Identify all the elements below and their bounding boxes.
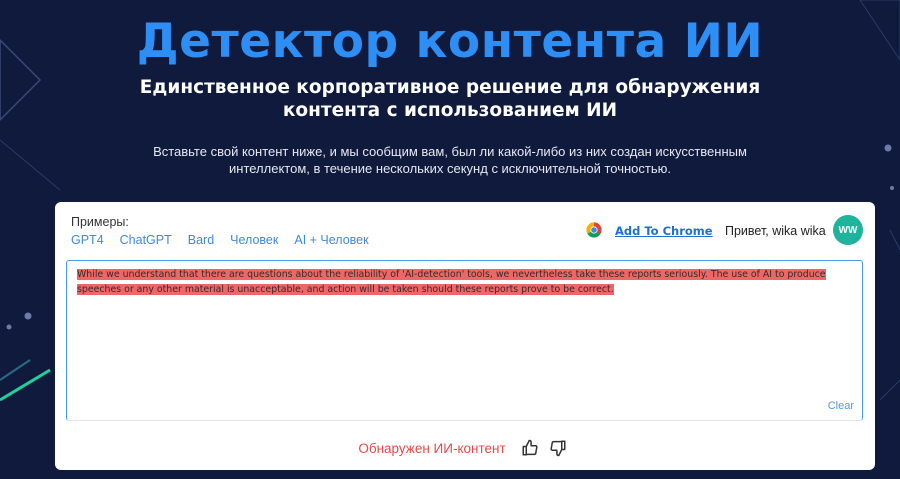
add-to-chrome-link[interactable]: Add To Chrome [615,224,713,238]
result-label: Обнаружен ИИ-контент [358,440,506,456]
example-human[interactable]: Человек [230,233,278,247]
clear-button[interactable]: Clear [828,400,854,412]
thumbs-down-icon[interactable] [548,438,568,458]
user-greeting: Привет, wika wika [725,224,826,238]
ai-highlighted-text: While we understand that there are quest… [77,269,826,295]
example-chatgpt[interactable]: ChatGPT [120,233,172,247]
result-row: Обнаружен ИИ-контент [55,438,875,458]
avatar[interactable]: WW [833,215,863,245]
example-gpt4[interactable]: GPT4 [71,233,104,247]
page-title: Детектор контента ИИ [136,14,764,69]
thumbs-up-icon[interactable] [520,438,540,458]
examples-label: Примеры: [71,215,129,229]
chrome-icon[interactable] [586,222,602,238]
example-bard[interactable]: Bard [188,233,214,247]
content-input[interactable]: While we understand that there are quest… [66,260,863,421]
page-description: Вставьте свой контент ниже, и мы сообщим… [153,144,747,176]
detector-card: Примеры: GPT4 ChatGPT Bard Человек AI + … [55,202,875,470]
page-subtitle: Единственное корпоративное решение для о… [139,77,761,121]
examples-list: GPT4 ChatGPT Bard Человек AI + Человек [71,233,385,247]
content-text[interactable]: While we understand that there are quest… [77,267,847,297]
example-ai-human[interactable]: AI + Человек [294,233,368,247]
